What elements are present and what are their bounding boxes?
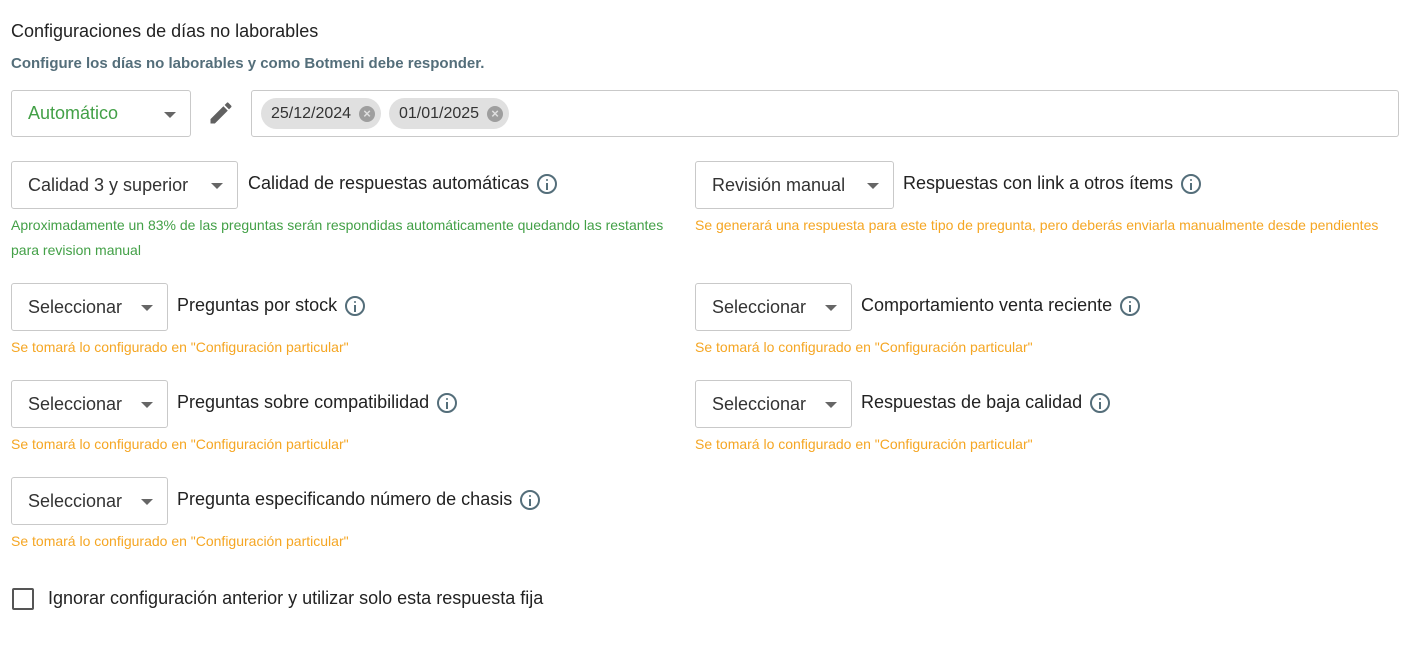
low-quality-select[interactable]: Seleccionar <box>695 380 852 428</box>
low-quality-select-value: Seleccionar <box>712 393 807 414</box>
low-quality-label-text: Respuestas de baja calidad <box>861 392 1083 412</box>
quality-label: Calidad de respuestas automáticas <box>248 173 558 194</box>
info-icon[interactable] <box>1090 392 1111 413</box>
info-icon[interactable] <box>1181 173 1202 194</box>
compatibility-hint: Se tomará lo configurado en "Configuraci… <box>11 436 349 452</box>
ignore-config-checkbox[interactable] <box>12 588 34 610</box>
close-icon[interactable]: × <box>359 105 376 122</box>
compatibility-select-value: Seleccionar <box>28 393 123 414</box>
close-icon[interactable]: × <box>487 105 504 122</box>
chassis-select-value: Seleccionar <box>28 490 123 511</box>
stock-label-text: Preguntas por stock <box>177 295 338 315</box>
date-chip-label: 25/12/2024 <box>271 104 352 122</box>
recent-sale-label-text: Comportamiento venta reciente <box>861 295 1113 315</box>
recent-sale-select-value: Seleccionar <box>712 296 807 317</box>
quality-select-value: Calidad 3 y superior <box>28 174 189 195</box>
links-hint: Se generará una respuesta para este tipo… <box>695 217 1379 233</box>
stock-select[interactable]: Seleccionar <box>11 283 168 331</box>
chevron-down-icon <box>825 402 837 408</box>
links-select[interactable]: Revisión manual <box>695 161 894 209</box>
stock-select-value: Seleccionar <box>28 296 123 317</box>
date-chip-label: 01/01/2025 <box>399 104 480 122</box>
low-quality-label: Respuestas de baja calidad <box>861 392 1111 413</box>
date-chip[interactable]: 01/01/2025 × <box>389 98 510 129</box>
recent-sale-hint: Se tomará lo configurado en "Configuraci… <box>695 339 1033 355</box>
stock-hint: Se tomará lo configurado en "Configuraci… <box>11 339 349 355</box>
mode-select[interactable]: Automático <box>11 90 191 137</box>
chevron-down-icon <box>164 112 176 118</box>
info-icon[interactable] <box>520 489 541 510</box>
links-select-value: Revisión manual <box>712 174 846 195</box>
quality-label-text: Calidad de respuestas automáticas <box>248 173 530 193</box>
compatibility-label-text: Preguntas sobre compatibilidad <box>177 392 430 412</box>
links-label-text: Respuestas con link a otros ítems <box>903 173 1174 193</box>
compatibility-select[interactable]: Seleccionar <box>11 380 168 428</box>
page-subtitle: Configure los días no laborables y como … <box>11 55 485 72</box>
low-quality-hint: Se tomará lo configurado en "Configuraci… <box>695 436 1033 452</box>
page-title: Configuraciones de días no laborables <box>11 21 319 41</box>
info-icon[interactable] <box>1120 295 1141 316</box>
date-chip[interactable]: 25/12/2024 × <box>261 98 382 129</box>
non-working-days-settings: Configuraciones de días no laborables Co… <box>0 0 1414 649</box>
chevron-down-icon <box>141 305 153 311</box>
chevron-down-icon <box>141 402 153 408</box>
links-label: Respuestas con link a otros ítems <box>903 173 1202 194</box>
recent-sale-select[interactable]: Seleccionar <box>695 283 852 331</box>
chassis-label: Pregunta especificando número de chasis <box>177 489 541 510</box>
mode-select-value: Automático <box>28 103 119 123</box>
recent-sale-label: Comportamiento venta reciente <box>861 295 1141 316</box>
info-icon[interactable] <box>437 392 458 413</box>
chassis-hint: Se tomará lo configurado en "Configuraci… <box>11 533 349 549</box>
ignore-config-label: Ignorar configuración anterior y utiliza… <box>48 588 544 608</box>
chevron-down-icon <box>211 183 223 189</box>
quality-hint: Aproximadamente un 83% de las preguntas … <box>11 217 664 258</box>
pencil-icon[interactable] <box>207 99 235 127</box>
chevron-down-icon <box>141 499 153 505</box>
info-icon[interactable] <box>537 173 558 194</box>
chassis-label-text: Pregunta especificando número de chasis <box>177 489 513 509</box>
chassis-select[interactable]: Seleccionar <box>11 477 168 525</box>
dates-input[interactable]: 25/12/2024 × 01/01/2025 × <box>251 90 1399 137</box>
chevron-down-icon <box>825 305 837 311</box>
compatibility-label: Preguntas sobre compatibilidad <box>177 392 458 413</box>
quality-select[interactable]: Calidad 3 y superior <box>11 161 238 209</box>
stock-label: Preguntas por stock <box>177 295 366 316</box>
chevron-down-icon <box>867 183 879 189</box>
info-icon[interactable] <box>345 295 366 316</box>
